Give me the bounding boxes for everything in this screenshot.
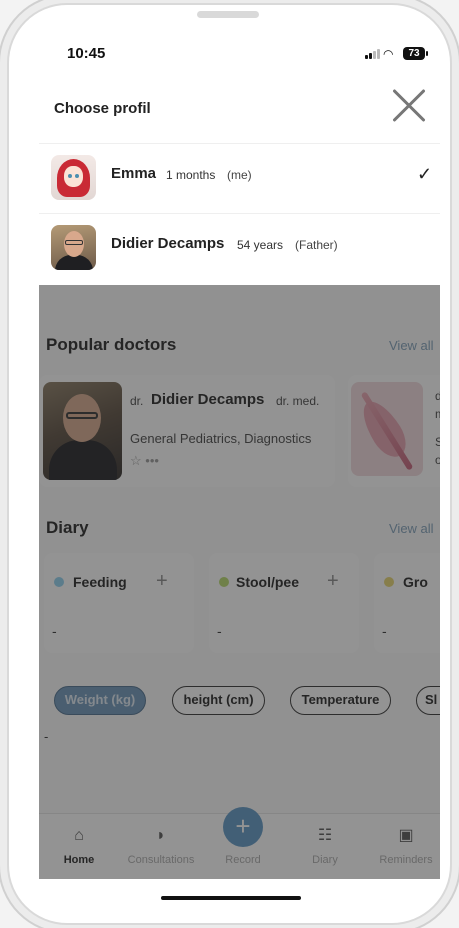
screen: 10:45 ◠ 73 Popular doctors View all dr. … [29, 18, 440, 879]
status-time: 10:45 [67, 45, 106, 62]
profile-name: Didier Decamps [111, 235, 225, 252]
wifi-icon: ◠ [383, 47, 394, 61]
sheet-title: Choose profil [54, 100, 151, 117]
checkmark-icon: ✓ [417, 164, 433, 184]
close-icon[interactable] [389, 86, 429, 126]
profile-age: 54 years [237, 238, 284, 252]
profile-relation: (me) [227, 168, 252, 182]
signal-icon [365, 49, 380, 59]
avatar [51, 225, 96, 270]
battery-tip [426, 51, 428, 56]
profile-chooser-sheet: Choose profil Emma 1 months (me) ✓ Didie… [39, 73, 440, 285]
profile-relation: (Father) [295, 238, 338, 252]
status-bar: 10:45 ◠ 73 [29, 18, 440, 73]
avatar [51, 155, 96, 200]
phone-frame: 10:45 ◠ 73 Popular doctors View all dr. … [9, 5, 450, 923]
speaker-grille [197, 11, 259, 18]
profile-age: 1 months [166, 168, 216, 182]
profile-row-emma[interactable]: Emma 1 months (me) ✓ [39, 143, 440, 209]
profile-name: Emma [111, 165, 157, 182]
battery-icon: 73 [403, 47, 425, 60]
modal-backdrop[interactable] [39, 285, 440, 879]
home-indicator[interactable] [161, 896, 301, 900]
profile-row-didier[interactable]: Didier Decamps 54 years (Father) [39, 213, 440, 279]
